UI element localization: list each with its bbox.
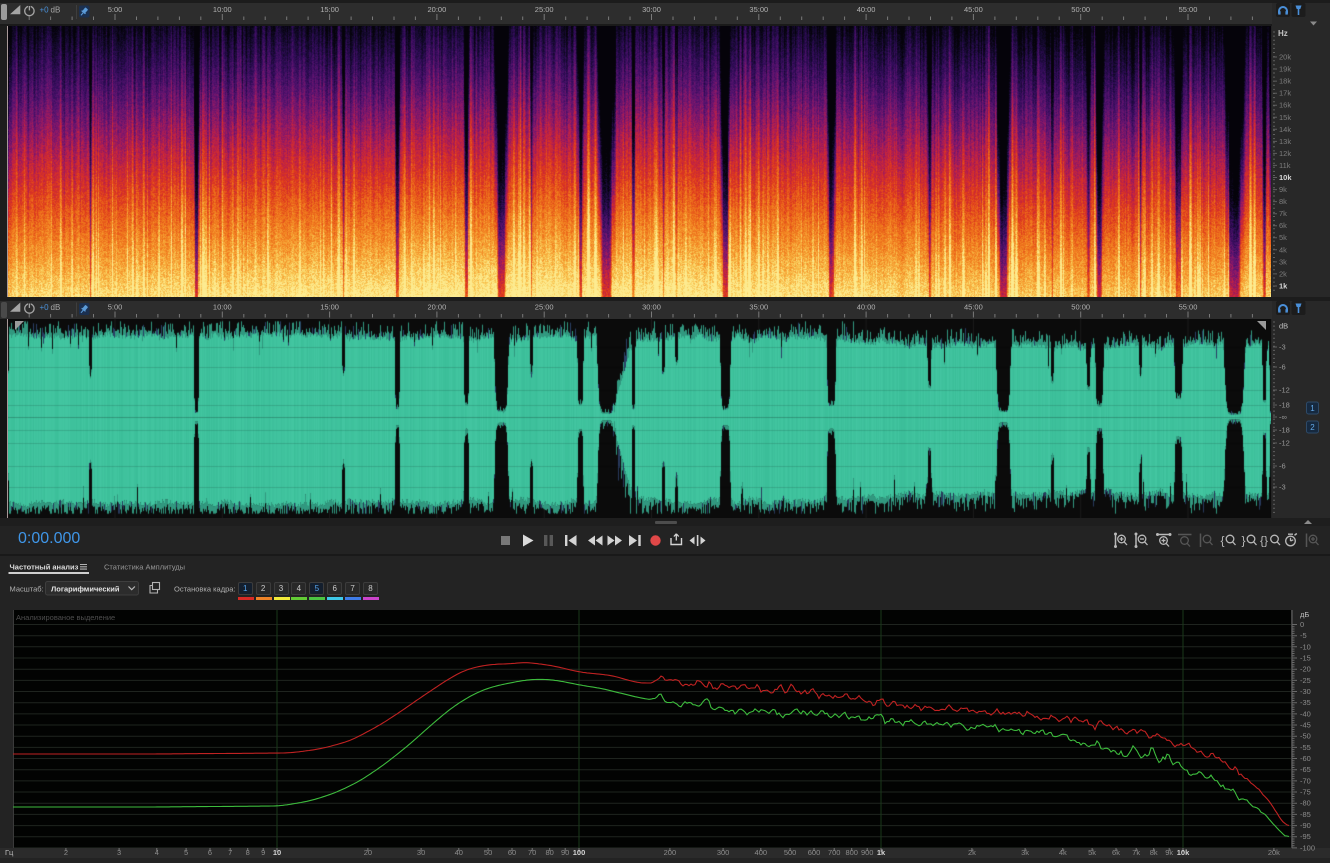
svg-text:30: 30 — [417, 848, 425, 857]
svg-text:2k: 2k — [968, 848, 976, 857]
svg-text:-35: -35 — [1300, 698, 1311, 707]
svg-text:-85: -85 — [1300, 810, 1311, 819]
svg-text:5: 5 — [184, 848, 188, 857]
svg-text:1k: 1k — [877, 848, 886, 857]
svg-text:6k: 6k — [1112, 848, 1120, 857]
svg-text:-80: -80 — [1300, 799, 1311, 808]
svg-text:Анализированое выделение: Анализированое выделение — [16, 613, 115, 622]
svg-text:2: 2 — [64, 848, 68, 857]
svg-text:8k: 8k — [1150, 848, 1158, 857]
svg-text:200: 200 — [664, 848, 677, 857]
svg-text:-10: -10 — [1300, 642, 1311, 651]
svg-text:-50: -50 — [1300, 732, 1311, 741]
svg-text:-40: -40 — [1300, 709, 1311, 718]
svg-text:80: 80 — [546, 848, 554, 857]
svg-text:-5: -5 — [1300, 631, 1307, 640]
svg-text:-90: -90 — [1300, 821, 1311, 830]
svg-text:3k: 3k — [1021, 848, 1029, 857]
svg-text:4: 4 — [155, 848, 159, 857]
svg-text:-70: -70 — [1300, 776, 1311, 785]
svg-text:-95: -95 — [1300, 832, 1311, 841]
svg-text:9k: 9k — [1165, 848, 1173, 857]
svg-text:20k: 20k — [1268, 848, 1280, 857]
svg-text:-60: -60 — [1300, 754, 1311, 763]
svg-text:-45: -45 — [1300, 721, 1311, 730]
svg-text:Гц: Гц — [5, 848, 14, 857]
svg-text:8: 8 — [246, 848, 250, 857]
svg-text:-20: -20 — [1300, 665, 1311, 674]
svg-text:-75: -75 — [1300, 788, 1311, 797]
svg-text:0: 0 — [1300, 620, 1304, 629]
svg-text:-55: -55 — [1300, 743, 1311, 752]
svg-text:3: 3 — [117, 848, 121, 857]
svg-text:40: 40 — [455, 848, 463, 857]
svg-text:700: 700 — [828, 848, 841, 857]
svg-text:10: 10 — [273, 848, 281, 857]
svg-text:800: 800 — [845, 848, 858, 857]
svg-text:400: 400 — [755, 848, 768, 857]
svg-text:6: 6 — [208, 848, 212, 857]
svg-text:-100: -100 — [1300, 843, 1315, 852]
svg-text:500: 500 — [784, 848, 797, 857]
svg-text:100: 100 — [573, 848, 586, 857]
svg-text:10k: 10k — [1177, 848, 1190, 857]
svg-text:-25: -25 — [1300, 676, 1311, 685]
svg-text:50: 50 — [484, 848, 492, 857]
svg-text:-30: -30 — [1300, 687, 1311, 696]
svg-text:300: 300 — [717, 848, 730, 857]
svg-text:-65: -65 — [1300, 765, 1311, 774]
svg-text:90: 90 — [561, 848, 569, 857]
svg-text:60: 60 — [508, 848, 516, 857]
svg-text:7k: 7k — [1132, 848, 1140, 857]
svg-text:70: 70 — [528, 848, 536, 857]
svg-text:дБ: дБ — [1300, 610, 1309, 619]
svg-text:20: 20 — [364, 848, 372, 857]
svg-text:600: 600 — [808, 848, 821, 857]
svg-text:9: 9 — [261, 848, 265, 857]
svg-text:900: 900 — [861, 848, 874, 857]
svg-text:5k: 5k — [1088, 848, 1096, 857]
svg-text:-15: -15 — [1300, 654, 1311, 663]
svg-text:4k: 4k — [1059, 848, 1067, 857]
svg-text:7: 7 — [228, 848, 232, 857]
